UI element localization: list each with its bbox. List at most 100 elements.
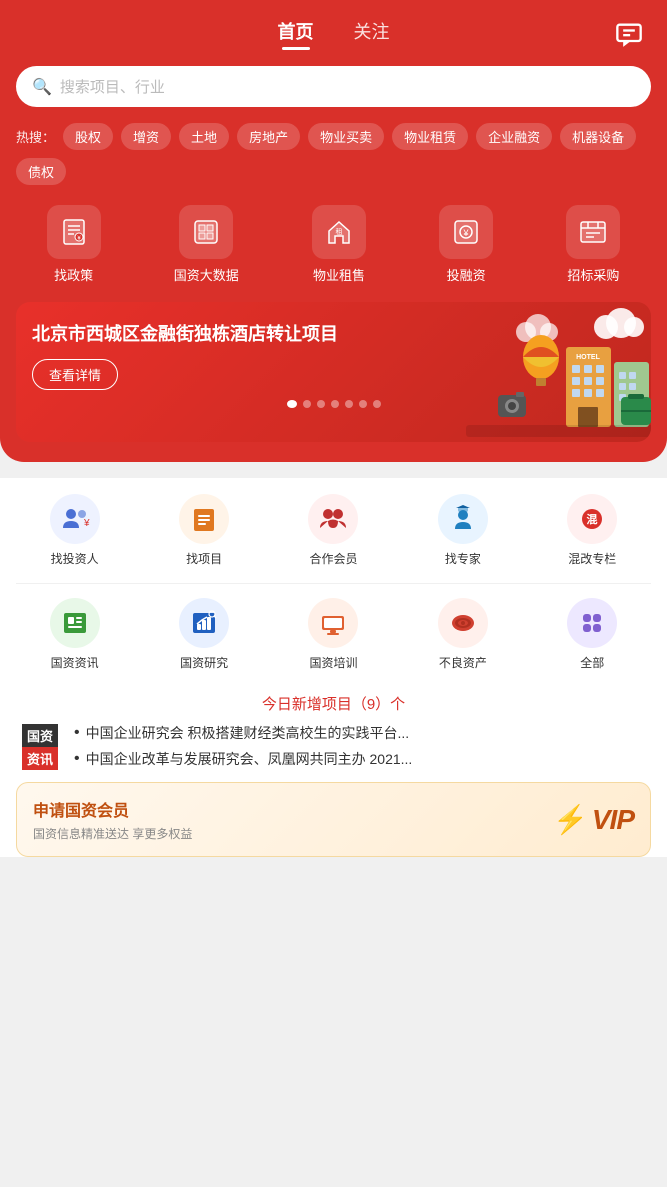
nav-project-label: 找项目 xyxy=(186,550,222,567)
member-icon xyxy=(308,494,358,544)
news-block: 国资 资讯 • 中国企业研究会 积极搭建财经类高校生的实践平台... • 中国企… xyxy=(16,724,651,770)
quick-navigation: ¥ 找政策 国资大数据 xyxy=(0,189,667,292)
vip-title: 申请国资会员 xyxy=(33,797,192,821)
tab-follow[interactable]: 关注 xyxy=(354,18,390,44)
dot-5[interactable] xyxy=(359,400,367,408)
nav-all[interactable]: 全部 xyxy=(567,598,617,671)
banner-detail-button[interactable]: 查看详情 xyxy=(32,359,118,390)
news-section: 国资 资讯 • 中国企业研究会 积极搭建财经类高校生的实践平台... • 中国企… xyxy=(0,724,667,770)
mixreform-icon: 混 xyxy=(567,494,617,544)
hot-search-area: 热搜： 股权 增资 土地 房地产 物业买卖 物业租赁 企业融资 机器设备 债权 xyxy=(0,117,667,189)
hot-tag-6[interactable]: 企业融资 xyxy=(476,123,552,150)
hot-tag-5[interactable]: 物业租赁 xyxy=(392,123,468,150)
nav-member-label: 合作会员 xyxy=(309,550,357,567)
tab-home[interactable]: 首页 xyxy=(278,18,314,44)
hot-tag-2[interactable]: 土地 xyxy=(179,123,229,150)
banner-title: 北京市西城区金融街独栋酒店转让项目 xyxy=(32,322,364,347)
news-bullet-1: • xyxy=(74,751,80,767)
nav-mixreform[interactable]: 混 混改专栏 xyxy=(567,494,617,567)
nav-research-label: 国资研究 xyxy=(180,654,228,671)
quick-label-invest: 投融资 xyxy=(447,265,486,284)
top-navigation: 首页 关注 xyxy=(0,0,667,54)
svg-text:混: 混 xyxy=(587,512,598,526)
nav-bad-asset-label: 不良资产 xyxy=(439,654,487,671)
search-bar[interactable]: 🔍 搜索项目、行业 xyxy=(16,66,651,107)
vip-left: 申请国资会员 国资信息精准送达 享更多权益 xyxy=(33,797,192,842)
news-item-1[interactable]: • 中国企业改革与发展研究会、凤凰网共同主办 2021... xyxy=(74,750,412,770)
nav-investor-label: 找投资人 xyxy=(51,550,99,567)
dot-0[interactable] xyxy=(287,400,297,408)
quick-item-rental[interactable]: 租 物业租售 xyxy=(312,205,366,284)
nav-training[interactable]: 国资培训 xyxy=(308,598,358,671)
expert-icon xyxy=(438,494,488,544)
vip-text: VIP xyxy=(592,804,634,836)
quick-label-bid: 招标采购 xyxy=(567,265,619,284)
all-icon xyxy=(567,598,617,648)
svg-text:¥: ¥ xyxy=(83,518,90,529)
vip-subtitle: 国资信息精准送达 享更多权益 xyxy=(33,825,192,842)
news-icon xyxy=(50,598,100,648)
dot-2[interactable] xyxy=(317,400,325,408)
nav-mixreform-label: 混改专栏 xyxy=(568,550,616,567)
news-text-0: 中国企业研究会 积极搭建财经类高校生的实践平台... xyxy=(86,724,410,744)
vip-badge: ⚡ VIP xyxy=(553,803,634,836)
nav-news-label: 国资资讯 xyxy=(51,654,99,671)
message-icon[interactable] xyxy=(611,16,647,52)
hot-tag-8[interactable]: 债权 xyxy=(16,158,66,185)
dot-3[interactable] xyxy=(331,400,339,408)
news-item-0[interactable]: • 中国企业研究会 积极搭建财经类高校生的实践平台... xyxy=(74,724,412,744)
today-new-count: 今日新增项目（9）个 xyxy=(0,687,667,724)
svg-text:HOTEL: HOTEL xyxy=(576,354,600,361)
nav-training-label: 国资培训 xyxy=(309,654,357,671)
banner: 北京市西城区金融街独栋酒店转让项目 查看详情 xyxy=(16,302,651,442)
news-items: • 中国企业研究会 积极搭建财经类高校生的实践平台... • 中国企业改革与发展… xyxy=(74,724,412,769)
rental-icon: 租 xyxy=(312,205,366,259)
bad-asset-icon xyxy=(438,598,488,648)
nav-expert[interactable]: 找专家 xyxy=(438,494,488,567)
nav-member[interactable]: 合作会员 xyxy=(308,494,358,567)
hot-tag-4[interactable]: 物业买卖 xyxy=(308,123,384,150)
quick-item-data[interactable]: 国资大数据 xyxy=(174,205,239,284)
vip-banner[interactable]: 申请国资会员 国资信息精准送达 享更多权益 ⚡ VIP xyxy=(16,782,651,857)
quick-item-bid[interactable]: 招标采购 xyxy=(566,205,620,284)
banner-illustration: HOTEL xyxy=(461,302,651,442)
data-icon xyxy=(179,205,233,259)
training-icon xyxy=(308,598,358,648)
dot-4[interactable] xyxy=(345,400,353,408)
lightning-icon: ⚡ xyxy=(553,803,588,836)
nav-grid-row2: 国资资讯 国资研究 xyxy=(0,584,667,687)
search-placeholder: 搜索项目、行业 xyxy=(60,76,165,97)
svg-text:¥: ¥ xyxy=(463,228,470,238)
nav-news[interactable]: 国资资讯 xyxy=(50,598,100,671)
project-icon xyxy=(179,494,229,544)
quick-item-invest[interactable]: ¥ 投融资 xyxy=(439,205,493,284)
hot-tag-7[interactable]: 机器设备 xyxy=(560,123,636,150)
content-section: ¥ 找投资人 找项目 xyxy=(0,478,667,857)
dot-6[interactable] xyxy=(373,400,381,408)
news-text-1: 中国企业改革与发展研究会、凤凰网共同主办 2021... xyxy=(86,750,413,770)
search-icon: 🔍 xyxy=(32,77,52,97)
svg-text:租: 租 xyxy=(335,228,342,236)
news-tag-top: 国资 xyxy=(22,724,58,747)
policy-icon: ¥ xyxy=(47,205,101,259)
investor-icon: ¥ xyxy=(50,494,100,544)
quick-item-policy[interactable]: ¥ 找政策 xyxy=(47,205,101,284)
quick-label-rental: 物业租售 xyxy=(313,265,365,284)
dot-1[interactable] xyxy=(303,400,311,408)
nav-bad-asset[interactable]: 不良资产 xyxy=(438,598,488,671)
quick-label-policy: 找政策 xyxy=(54,265,93,284)
nav-project[interactable]: 找项目 xyxy=(179,494,229,567)
invest-icon: ¥ xyxy=(439,205,493,259)
nav-grid-row1: ¥ 找投资人 找项目 xyxy=(0,494,667,583)
nav-investor[interactable]: ¥ 找投资人 xyxy=(50,494,100,567)
research-icon xyxy=(179,598,229,648)
hot-label: 热搜： xyxy=(16,127,55,146)
hot-tag-3[interactable]: 房地产 xyxy=(237,123,300,150)
news-tag: 国资 资讯 xyxy=(16,724,64,770)
hot-tag-1[interactable]: 增资 xyxy=(121,123,171,150)
nav-research[interactable]: 国资研究 xyxy=(179,598,229,671)
nav-all-label: 全部 xyxy=(580,654,604,671)
hot-tag-0[interactable]: 股权 xyxy=(63,123,113,150)
nav-expert-label: 找专家 xyxy=(445,550,481,567)
bid-icon xyxy=(566,205,620,259)
